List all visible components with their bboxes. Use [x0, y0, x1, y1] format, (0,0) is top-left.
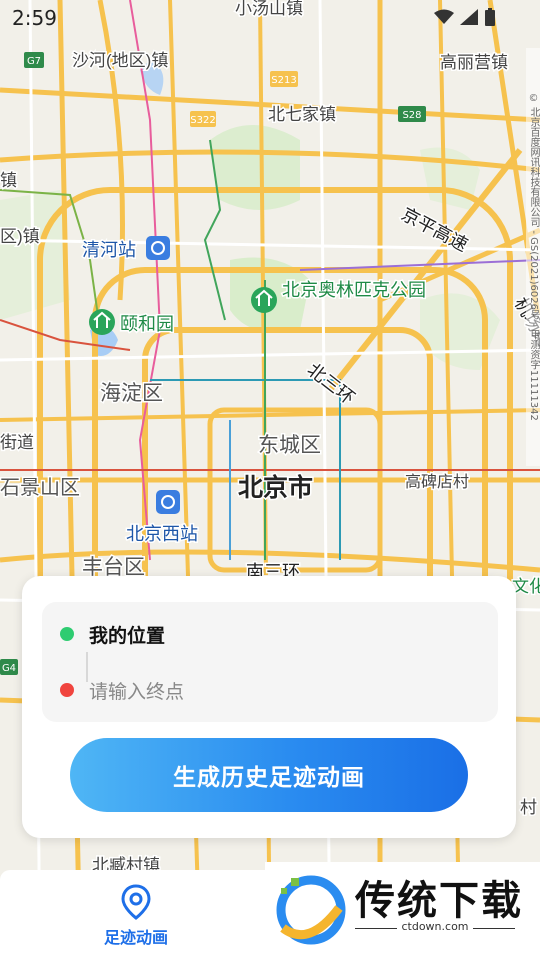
tab-footprint-animation[interactable]: 足迹动画 — [92, 884, 180, 948]
map-label: 北京市 — [238, 473, 313, 502]
highway-shield: S213 — [270, 71, 298, 87]
highway-shield: G7 — [24, 52, 44, 68]
map-label: 高碑店村 — [405, 473, 469, 491]
map-label: 街道 — [0, 433, 34, 452]
map-label: 北七家镇 — [268, 105, 336, 124]
map-copyright: © 北京百度网讯科技有限公司 - GS(2021)6026号 - 甲测资字111… — [526, 48, 540, 466]
status-bar: 2:59 — [0, 0, 540, 34]
svg-text:S213: S213 — [271, 75, 296, 86]
destination-input[interactable]: 请输入终点 — [42, 670, 498, 710]
watermark-url: ctdown.com — [355, 920, 515, 933]
highway-shield: G4 — [0, 659, 18, 675]
highway-shield: S322 — [190, 111, 216, 127]
svg-text:S322: S322 — [190, 115, 215, 126]
svg-text:G7: G7 — [27, 56, 41, 67]
map-label: 区)镇 — [0, 227, 40, 246]
map-label: 村 — [520, 798, 537, 817]
highway-shield: S28 — [398, 106, 426, 122]
map-label: 文化 — [512, 577, 540, 596]
watermark-name: 传统下载 — [355, 878, 523, 924]
train-station-icon[interactable] — [156, 490, 180, 514]
tab-label: 足迹动画 — [103, 928, 168, 947]
start-location-label: 我的位置 — [89, 624, 166, 647]
train-station-icon[interactable] — [146, 236, 170, 260]
status-icons — [434, 8, 496, 26]
map-label: 颐和园 — [120, 314, 174, 334]
map-label: 海淀区 — [100, 382, 163, 405]
generate-animation-button[interactable]: 生成历史足迹动画 — [70, 738, 468, 812]
status-time: 2:59 — [12, 6, 57, 30]
start-location-field[interactable]: 我的位置 — [42, 614, 498, 654]
location-pin-icon — [121, 884, 151, 920]
svg-text:G4: G4 — [2, 663, 16, 674]
start-dot-icon — [60, 627, 74, 641]
map-label: 高丽营镇 — [440, 53, 508, 72]
destination-placeholder: 请输入终点 — [89, 680, 185, 703]
park-icon[interactable] — [251, 287, 277, 313]
green-area — [210, 125, 300, 210]
map-label: 清河站 — [82, 240, 136, 260]
route-inputs: 我的位置 请输入终点 — [42, 602, 498, 722]
route-card: 我的位置 请输入终点 生成历史足迹动画 — [22, 576, 516, 838]
olympic-park-label: 北京奥林匹克公园 — [281, 279, 428, 302]
map-label: 北京西站 — [126, 524, 198, 544]
park-icon[interactable] — [89, 309, 115, 335]
svg-text:S28: S28 — [402, 110, 421, 121]
battery-icon — [485, 8, 495, 26]
map-label: 石景山区 — [0, 476, 80, 499]
svg-text:北京奥林匹克公园: 北京奥林匹克公园 — [282, 280, 426, 300]
map-label: 沙河(地区)镇 — [72, 51, 168, 70]
end-dot-icon — [60, 683, 74, 697]
map-label: 镇 — [0, 171, 17, 190]
wifi-icon — [434, 9, 454, 24]
signal-icon — [460, 9, 478, 25]
map-label: 东城区 — [258, 434, 321, 457]
watermark-logo-icon — [276, 875, 346, 945]
watermark: 传统下载 ctdown.com — [265, 862, 540, 960]
